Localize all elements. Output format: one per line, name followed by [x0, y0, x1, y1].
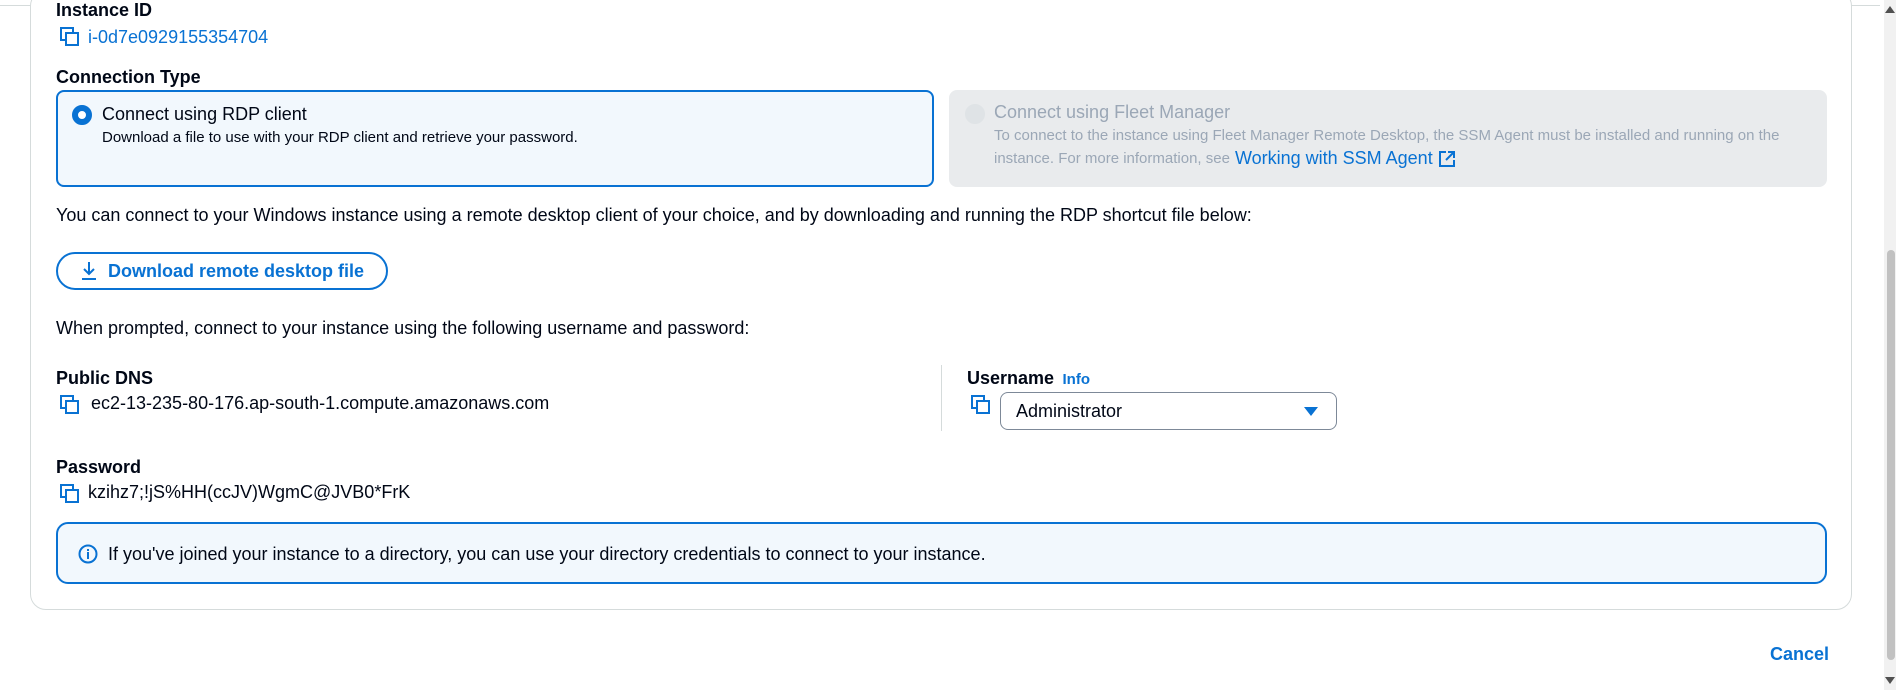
fleet-manager-option-card[interactable]: Connect using Fleet Manager To connect t…: [949, 90, 1827, 187]
username-info-link[interactable]: Info: [1063, 371, 1091, 388]
cancel-button[interactable]: Cancel: [1770, 644, 1829, 665]
rdp-option-title: Connect using RDP client: [102, 104, 307, 124]
copy-icon[interactable]: [60, 27, 80, 47]
column-divider: [941, 365, 942, 431]
rdp-option-card[interactable]: Connect using RDP client Download a file…: [56, 90, 934, 187]
intro-text: You can connect to your Windows instance…: [56, 205, 1252, 225]
download-rdp-file-button[interactable]: Download remote desktop file: [56, 252, 388, 290]
instance-id-link[interactable]: i-0d7e0929155354704: [88, 27, 268, 48]
fleet-desc-line2: instance. For more information, see: [994, 150, 1230, 167]
directory-info-text: If you've joined your instance to a dire…: [108, 544, 986, 564]
username-select[interactable]: Administrator: [1000, 392, 1337, 430]
scroll-down-icon[interactable]: [1885, 677, 1895, 684]
fleet-manager-radio[interactable]: [965, 104, 985, 124]
rdp-option-description: Download a file to use with your RDP cli…: [102, 129, 578, 146]
username-label-row: Username Info: [967, 368, 1090, 389]
scroll-up-icon[interactable]: [1885, 6, 1895, 13]
connection-type-label: Connection Type: [56, 67, 201, 87]
username-label: Username: [967, 368, 1055, 388]
copy-icon[interactable]: [60, 484, 80, 504]
password-value: kzihz7;!jS%HH(ccJV)WgmC@JVB0*FrK: [88, 482, 411, 502]
public-dns-value: ec2-13-235-80-176.ap-south-1.compute.ama…: [91, 393, 550, 413]
external-link-icon[interactable]: [1438, 150, 1456, 168]
copy-icon[interactable]: [971, 395, 991, 415]
fleet-manager-option-title: Connect using Fleet Manager: [994, 102, 1231, 122]
fleet-desc-line1: To connect to the instance using Fleet M…: [994, 127, 1780, 144]
info-icon: [78, 544, 98, 564]
username-select-value: Administrator: [1016, 400, 1123, 421]
public-dns-label: Public DNS: [56, 368, 154, 388]
download-icon: [80, 261, 98, 281]
copy-icon[interactable]: [60, 395, 80, 415]
scrollbar-thumb[interactable]: [1887, 250, 1895, 660]
download-button-label: Download remote desktop file: [108, 260, 365, 281]
caret-down-icon: [1304, 407, 1318, 416]
fleet-manager-description: To connect to the instance using Fleet M…: [994, 124, 1779, 170]
prompt-text: When prompted, connect to your instance …: [56, 318, 750, 338]
fleet-desc-line2-row: instance. For more information, see Work…: [994, 147, 1779, 170]
rdp-radio[interactable]: [72, 105, 92, 125]
instance-id-label: Instance ID: [56, 0, 153, 20]
ssm-agent-link[interactable]: Working with SSM Agent: [1235, 147, 1433, 170]
directory-info-alert: If you've joined your instance to a dire…: [56, 522, 1827, 584]
password-label: Password: [56, 457, 142, 477]
